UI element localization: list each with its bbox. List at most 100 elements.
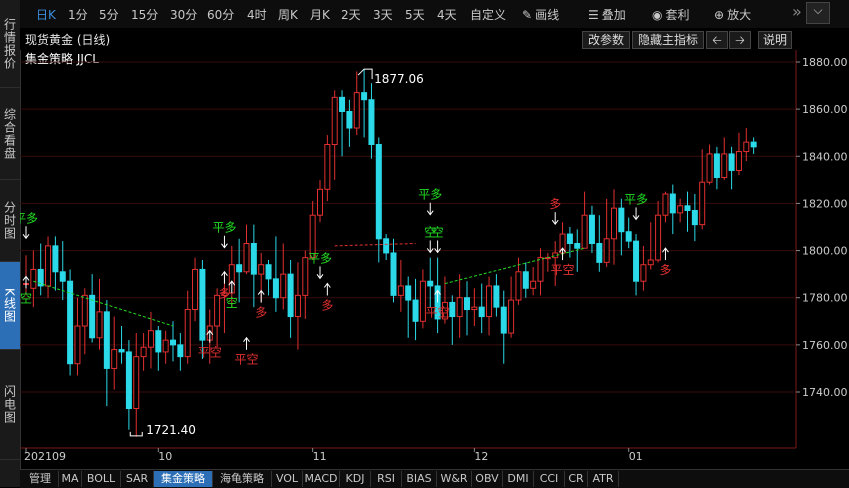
kline-chart[interactable]: 集金策略 JJCL 1880.00 1860.00 1840.00 1820.00 180…: [20, 50, 849, 469]
signal-label: 空: [226, 296, 238, 310]
indicator-tab-10[interactable]: BIAS: [402, 471, 437, 487]
candle: [471, 306, 478, 310]
candle: [684, 205, 691, 212]
candle: [52, 245, 59, 273]
candle: [640, 264, 647, 282]
indicator-tab-1[interactable]: MA: [59, 471, 82, 487]
candle: [184, 309, 191, 358]
period-button-4[interactable]: 30分: [170, 6, 197, 23]
period-button-8[interactable]: 月K: [310, 6, 330, 23]
toolbar-more-icon[interactable]: »: [792, 2, 802, 21]
candle: [368, 99, 375, 145]
candle: [125, 351, 132, 409]
candle: [456, 297, 463, 318]
overlay-button[interactable]: ☰ 叠加: [588, 6, 626, 23]
indicator-tab-12[interactable]: OBV: [472, 471, 503, 487]
instrument-title: 现货黄金 (日线): [25, 33, 111, 47]
period-button-10[interactable]: 3天: [373, 6, 393, 23]
indicator-tab-7[interactable]: MACD: [303, 471, 340, 487]
collapse-icon[interactable]: ⌵: [806, 2, 830, 24]
candle: [647, 259, 654, 266]
period-button-3[interactable]: 15分: [131, 6, 158, 23]
candle: [89, 294, 96, 339]
candle: [390, 252, 397, 296]
candle: [272, 278, 279, 299]
indicator-tab-15[interactable]: CR: [565, 471, 588, 487]
trend-line-1: [33, 280, 174, 327]
signal-label: 平空: [198, 346, 222, 360]
candle: [147, 330, 154, 348]
left-arrow-icon[interactable]: 🡠: [706, 31, 728, 49]
candle: [375, 144, 382, 240]
candle: [155, 330, 162, 353]
candle: [287, 273, 294, 318]
hide-main-indicator-button[interactable]: 隐藏主指标: [632, 31, 704, 49]
period-button-2[interactable]: 5分: [99, 6, 119, 23]
right-arrow-icon[interactable]: 🡢: [729, 31, 751, 49]
candle: [177, 344, 184, 358]
candle: [250, 243, 257, 275]
indicator-tab-11[interactable]: W&R: [437, 471, 472, 487]
high-marker: [357, 68, 373, 80]
indicator-tab-14[interactable]: CCI: [534, 471, 565, 487]
candle: [677, 205, 684, 214]
period-button-5[interactable]: 60分: [207, 6, 234, 23]
indicator-title: 集金策略 JJCL: [25, 51, 99, 66]
stack-icon: ☰: [588, 8, 599, 22]
period-button-7[interactable]: 周K: [278, 6, 298, 23]
period-button-6[interactable]: 4时: [247, 6, 267, 23]
candle: [243, 243, 250, 273]
period-button-13[interactable]: 自定义: [470, 6, 506, 23]
candle: [294, 294, 301, 318]
period-button-12[interactable]: 4天: [437, 6, 457, 23]
period-toolbar: 日K 1分 5分 15分 30分 60分 4时 周K 月K 2天 3天 5天 4天 自定义 ✎ 画线 ☰ 叠加 ◉ 套…: [20, 0, 849, 29]
indicator-tab-6[interactable]: VOL: [272, 471, 303, 487]
candle: [522, 271, 529, 289]
sidebar-item-4[interactable]: 闪电图: [0, 350, 20, 460]
period-button-9[interactable]: 2天: [341, 6, 361, 23]
arbitrage-button[interactable]: ◉ 套利: [652, 6, 690, 23]
candle: [500, 306, 507, 334]
candle: [258, 264, 265, 275]
indicator-tab-9[interactable]: RSI: [371, 471, 402, 487]
y-tick-label: 1760.00: [802, 339, 848, 352]
signal-label: 多: [321, 299, 333, 313]
signal-label: 平多: [20, 211, 38, 225]
indicator-tab-16[interactable]: ATR: [588, 471, 619, 487]
sidebar-item-3[interactable]: K线图: [0, 262, 20, 350]
indicator-tab-5[interactable]: 海龟策略: [213, 471, 272, 487]
modify-params-button[interactable]: 改参数: [582, 31, 630, 49]
indicator-tab-4[interactable]: 集金策略: [154, 471, 213, 487]
candle: [405, 285, 412, 301]
period-button-0[interactable]: 日K: [36, 6, 56, 23]
y-tick-label: 1840.00: [802, 150, 848, 163]
sidebar-item-0[interactable]: 行情报价: [0, 0, 20, 88]
high-label: 1877.06: [374, 72, 424, 86]
candle: [331, 96, 338, 145]
draw-line-button[interactable]: ✎ 画线: [522, 6, 559, 23]
period-button-11[interactable]: 5天: [405, 6, 425, 23]
sidebar-item-1[interactable]: 综合看盘: [0, 88, 20, 180]
trend-line-2: [334, 243, 416, 247]
zoom-button[interactable]: ⊕ 放大: [714, 6, 751, 23]
candle: [339, 96, 346, 113]
indicator-tab-8[interactable]: KDJ: [340, 471, 371, 487]
candle: [515, 271, 522, 301]
indicator-tab-13[interactable]: DMI: [503, 471, 534, 487]
signal-label: 平多: [624, 192, 648, 206]
indicator-tab-3[interactable]: SAR: [121, 471, 154, 487]
sidebar-item-2[interactable]: 分时图: [0, 180, 20, 262]
candle: [397, 285, 404, 296]
help-button[interactable]: 说明: [758, 31, 792, 49]
candle: [317, 188, 323, 216]
pencil-icon: ✎: [522, 8, 533, 22]
period-button-1[interactable]: 1分: [68, 6, 88, 23]
indicator-tab-2[interactable]: BOLL: [82, 471, 121, 487]
candle: [662, 193, 669, 216]
chart-header: 现货黄金 (日线) 改参数 隐藏主指标 🡠 🡢 说明: [20, 28, 849, 50]
candle: [588, 214, 595, 244]
signal-label: 平空: [551, 263, 575, 277]
candle: [478, 306, 485, 318]
indicator-tab-0[interactable]: 管理: [22, 471, 59, 487]
signal-label: 平多: [308, 251, 332, 265]
